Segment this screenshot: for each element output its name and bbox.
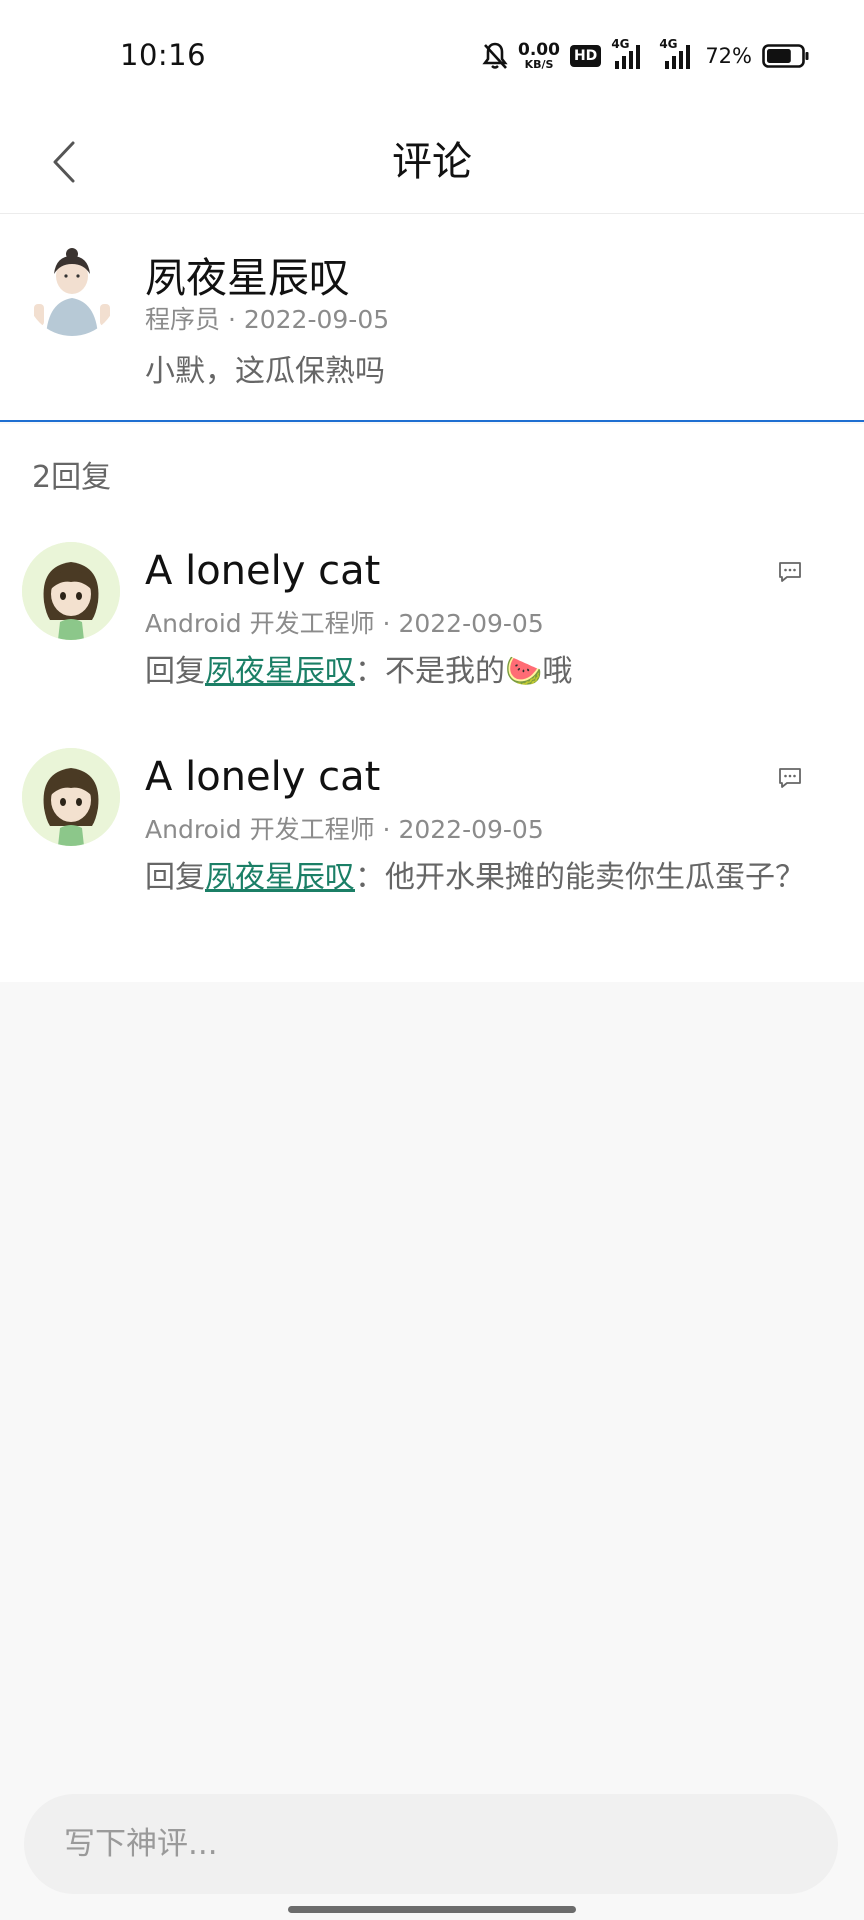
- main-comment-meta: 程序员 · 2022-09-05: [145, 305, 390, 334]
- reply-prefix: 回复: [145, 860, 205, 895]
- reply-author[interactable]: A lonely cat: [145, 548, 380, 594]
- page-title: 评论: [392, 139, 472, 185]
- reply-separator: ：: [355, 654, 385, 689]
- reply-mention-link[interactable]: 夙夜星辰叹: [205, 860, 355, 895]
- main-comment-avatar[interactable]: [26, 244, 118, 336]
- reply-avatar[interactable]: [22, 748, 120, 846]
- reply-button[interactable]: [772, 554, 808, 590]
- main-comment-text: 小默，这瓜保熟吗: [145, 354, 385, 389]
- comment-bubble-icon: [779, 768, 801, 788]
- home-indicator[interactable]: [288, 1906, 576, 1913]
- status-icons: 0.00 KB/S HD 4G 4G 72%: [482, 36, 810, 76]
- network-speed: 0.00 KB/S: [518, 40, 560, 71]
- signal-4g-label: 4G: [611, 37, 630, 51]
- comment-input-container: [24, 1794, 838, 1894]
- replies-section: 2回复 A lonely cat Android 开发工程师 · 2022-09…: [0, 424, 864, 982]
- battery-percent: 72%: [705, 44, 752, 68]
- reply-avatar[interactable]: [22, 542, 120, 640]
- reply-count: 2回复: [32, 460, 112, 495]
- battery-icon: [762, 43, 810, 69]
- reply-button[interactable]: [772, 760, 808, 796]
- watermelon-emoji: 🍉: [505, 654, 543, 689]
- reply-meta: Android 开发工程师 · 2022-09-05: [145, 609, 544, 638]
- comment-screen: 10:16 0.00 KB/S HD 4G 4G 72% 评论 夙夜星辰叹 程序…: [0, 0, 864, 1920]
- reply-item[interactable]: A lonely cat Android 开发工程师 · 2022-09-05 …: [0, 748, 864, 968]
- comment-bubble-icon: [779, 562, 801, 582]
- network-speed-unit: KB/S: [524, 58, 554, 71]
- header-bar: 评论: [0, 112, 864, 214]
- main-comment: 夙夜星辰叹 程序员 · 2022-09-05 小默，这瓜保熟吗: [0, 214, 864, 422]
- network-speed-value: 0.00: [518, 40, 560, 60]
- reply-mention-link[interactable]: 夙夜星辰叹: [205, 654, 355, 689]
- signal-4g-icon: 4G: [611, 37, 645, 71]
- reply-item[interactable]: A lonely cat Android 开发工程师 · 2022-09-05 …: [0, 542, 864, 710]
- reply-text-tail: 哦: [542, 654, 573, 689]
- status-time: 10:16: [120, 38, 207, 72]
- mute-bell-icon: [482, 41, 508, 71]
- comment-input[interactable]: [24, 1794, 838, 1894]
- reply-author[interactable]: A lonely cat: [145, 754, 380, 800]
- reply-prefix: 回复: [145, 654, 205, 689]
- reply-text-body: 不是我的: [385, 654, 505, 689]
- reply-separator: ：: [355, 860, 385, 895]
- hd-badge: HD: [569, 45, 602, 67]
- reply-text: 回复夙夜星辰叹：他开水果摊的能卖你生瓜蛋子？: [145, 852, 835, 904]
- reply-text: 回复夙夜星辰叹：不是我的🍉哦: [145, 646, 835, 698]
- signal-4g-secondary-label: 4G: [659, 37, 678, 51]
- status-bar: 10:16 0.00 KB/S HD 4G 4G 72%: [0, 0, 864, 112]
- reply-meta: Android 开发工程师 · 2022-09-05: [145, 815, 544, 844]
- main-comment-author[interactable]: 夙夜星辰叹: [145, 244, 350, 304]
- reply-text-body: 他开水果摊的能卖你生瓜蛋子？: [385, 860, 805, 895]
- signal-4g-secondary-icon: 4G: [655, 37, 695, 71]
